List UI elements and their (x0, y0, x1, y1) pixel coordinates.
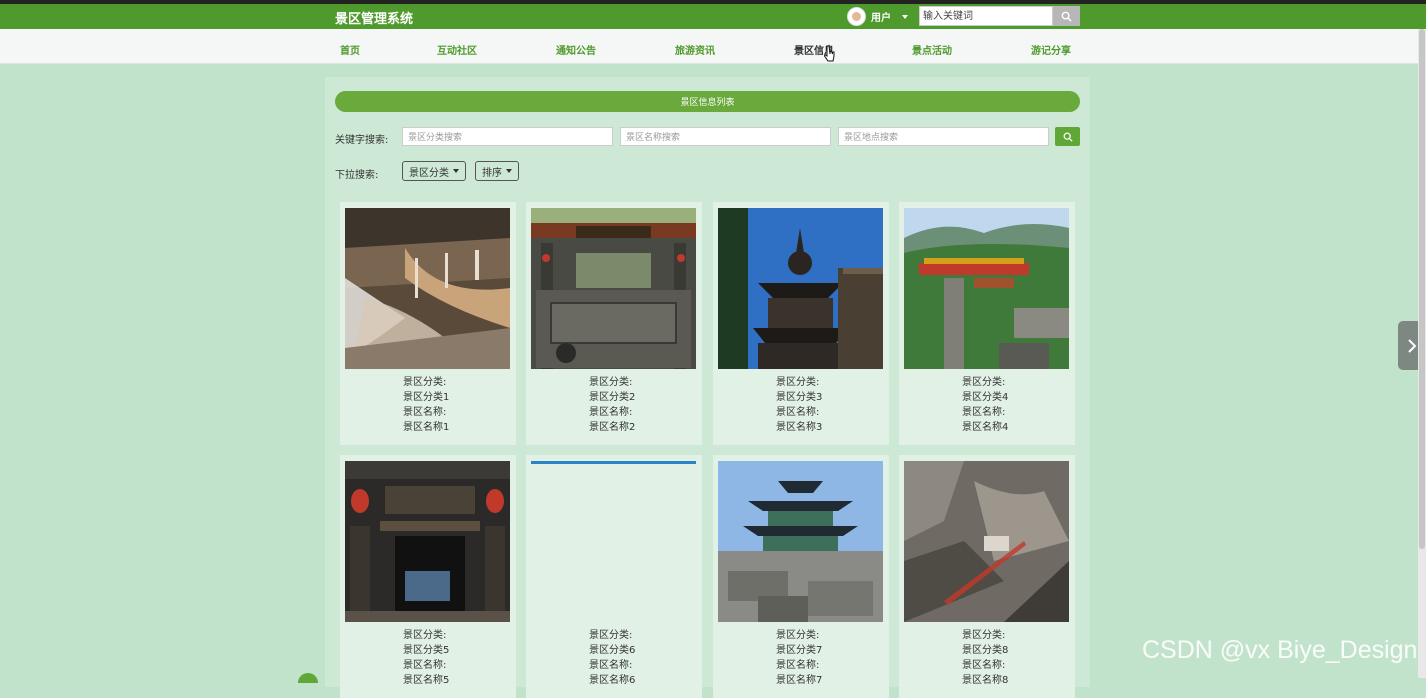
caret-down-icon (506, 169, 512, 173)
user-menu[interactable]: 用户 (847, 6, 908, 27)
card-name-label: 景区名称: (776, 660, 820, 671)
mouse-cursor-icon (824, 45, 835, 62)
search-icon (1063, 132, 1073, 142)
scenic-image-waterfall (345, 208, 510, 369)
card-name-label: 景区名称: (403, 660, 447, 671)
scenic-card[interactable]: 景区分类: 景区分类3 景区名称: 景区名称3 (713, 202, 889, 445)
card-name-label: 景区名称: (776, 407, 820, 418)
nav-travelogue[interactable]: 游记分享 (1031, 42, 1071, 57)
sort-dropdown-label: 排序 (482, 167, 502, 179)
header-search-input[interactable] (919, 6, 1053, 26)
list-title-bar: 景区信息列表 (335, 91, 1080, 112)
nav-home[interactable]: 首页 (340, 42, 360, 57)
card-category: 景区分类5 (403, 645, 450, 656)
card-name-label: 景区名称: (589, 660, 633, 671)
nav-community[interactable]: 互动社区 (437, 42, 477, 57)
card-name: 景区名称5 (403, 675, 450, 686)
location-search-input[interactable] (838, 127, 1049, 146)
scenic-image-pagoda (718, 208, 883, 369)
card-category: 景区分类2 (589, 392, 636, 403)
card-category: 景区分类6 (589, 645, 636, 656)
back-to-top-button[interactable] (298, 673, 318, 683)
header-bar: 景区管理系统 用户 (0, 4, 1426, 29)
scenic-card[interactable]: 景区分类: 景区分类1 景区名称: 景区名称1 (340, 202, 516, 445)
scenic-card[interactable]: 景区分类: 景区分类5 景区名称: 景区名称5 (340, 455, 516, 698)
card-name: 景区名称6 (589, 675, 636, 686)
scenic-card[interactable]: 景区分类: 景区分类4 景区名称: 景区名称4 (899, 202, 1075, 445)
card-category: 景区分类4 (962, 392, 1009, 403)
chevron-right-icon (1408, 338, 1417, 353)
scenic-image-loading (531, 461, 696, 622)
scenic-card[interactable]: 景区分类: 景区分类7 景区名称: 景区名称7 (713, 455, 889, 698)
card-category-label: 景区分类: (776, 630, 820, 641)
main-nav: 首页 互动社区 通知公告 旅游资讯 景区信息 景点活动 游记分享 (0, 29, 1418, 64)
card-category: 景区分类1 (403, 392, 450, 403)
card-name: 景区名称4 (962, 422, 1009, 433)
sort-dropdown[interactable]: 排序 (475, 161, 519, 181)
card-name: 景区名称7 (776, 675, 823, 686)
card-category-label: 景区分类: (589, 630, 633, 641)
category-dropdown[interactable]: 景区分类 (402, 161, 466, 181)
dropdown-search-label: 下拉搜索: (335, 170, 379, 181)
card-name-label: 景区名称: (589, 407, 633, 418)
scenic-image-old-gate (345, 461, 510, 622)
card-name: 景区名称1 (403, 422, 450, 433)
user-label: 用户 (871, 13, 891, 24)
card-name: 景区名称8 (962, 675, 1009, 686)
scenic-list-panel: 景区信息列表 关键字搜索: 下拉搜索: 景区分类 排序 (325, 77, 1090, 698)
card-name: 景区名称2 (589, 422, 636, 433)
card-name-label: 景区名称: (962, 660, 1006, 671)
caret-down-icon (453, 169, 459, 173)
scenic-image-mountain-temple (904, 208, 1069, 369)
category-dropdown-label: 景区分类 (409, 167, 449, 179)
card-category-label: 景区分类: (403, 630, 447, 641)
card-category: 景区分类7 (776, 645, 823, 656)
search-icon (1061, 11, 1072, 22)
card-category-label: 景区分类: (403, 377, 447, 388)
page-scrollbar[interactable] (1418, 29, 1426, 678)
scenic-card[interactable]: 景区分类: 景区分类8 景区名称: 景区名称8 (899, 455, 1075, 698)
card-category-label: 景区分类: (589, 377, 633, 388)
card-category-label: 景区分类: (962, 377, 1006, 388)
scenic-card[interactable]: 景区分类: 景区分类6 景区名称: 景区名称6 (526, 455, 702, 698)
card-category: 景区分类3 (776, 392, 823, 403)
header-search-button[interactable] (1053, 6, 1080, 26)
search-button[interactable] (1055, 127, 1080, 146)
avatar (847, 7, 866, 26)
scenic-image-cliff (904, 461, 1069, 622)
caret-down-icon (902, 14, 908, 19)
card-category-label: 景区分类: (962, 630, 1006, 641)
card-category-label: 景区分类: (776, 377, 820, 388)
brand-title: 景区管理系统 (335, 12, 414, 27)
category-search-input[interactable] (402, 127, 613, 146)
keyword-search-label: 关键字搜索: (335, 135, 389, 146)
card-category: 景区分类8 (962, 645, 1009, 656)
name-search-input[interactable] (620, 127, 831, 146)
nav-activities[interactable]: 景点活动 (912, 42, 952, 57)
nav-notice[interactable]: 通知公告 (556, 42, 596, 57)
card-name-label: 景区名称: (962, 407, 1006, 418)
watermark: CSDN @vx Biye_Design (1142, 636, 1418, 664)
nav-news[interactable]: 旅游资讯 (675, 42, 715, 57)
scenic-image-tower (718, 461, 883, 622)
card-name: 景区名称3 (776, 422, 823, 433)
scenic-card[interactable]: 景区分类: 景区分类2 景区名称: 景区名称2 (526, 202, 702, 445)
card-name-label: 景区名称: (403, 407, 447, 418)
scenic-image-temple-gate (531, 208, 696, 369)
